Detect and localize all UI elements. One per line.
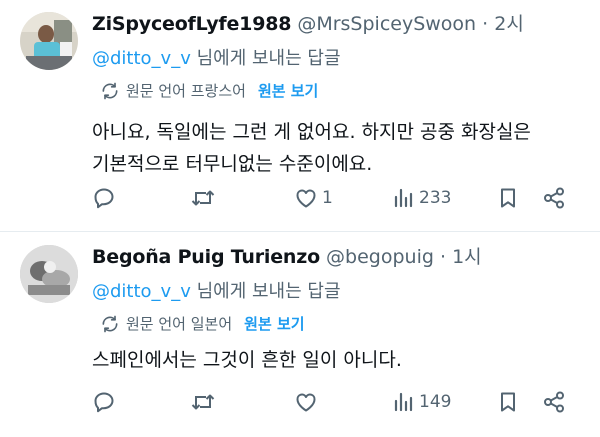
tweet[interactable]: ZiSpyceofLyfe1988 @MrsSpiceySwoon · 2시 @… [0,0,600,232]
tweet-divider [0,231,600,232]
view-count: 233 [419,188,452,208]
views-icon [393,390,415,414]
reply-context: @ditto_v_v 님에게 보내는 답글 [92,279,341,305]
translation-bar: 원문 언어 일본어 원본 보기 [100,313,305,335]
retweet-icon [190,390,216,414]
views-icon [393,186,415,210]
show-original-link[interactable]: 원본 보기 [258,80,318,102]
reply-button[interactable] [92,390,120,414]
author-name[interactable]: ZiSpyceofLyfe1988 [92,13,291,35]
bookmark-button[interactable] [496,390,520,414]
like-count: 1 [322,188,333,208]
retweet-button[interactable] [190,390,220,414]
view-count: 149 [419,392,452,412]
reply-mention-link[interactable]: @ditto_v_v [92,48,191,69]
translation-note: 원문 언어 일본어 [126,315,233,333]
bookmark-icon [496,186,520,210]
tweet-text-line: 스페인에서는 그것이 흔한 일이 아니다. [92,349,402,371]
reply-context-text: 님에게 보내는 답글 [190,48,341,69]
separator-dot: · [482,13,489,35]
action-bar: 1 233 [92,186,582,218]
avatar[interactable] [20,245,78,303]
views-button[interactable]: 149 [393,390,451,414]
reply-mention-link[interactable]: @ditto_v_v [92,281,191,302]
translation-note: 원문 언어 프랑스어 [126,82,246,100]
timestamp[interactable]: 2시 [494,13,524,35]
share-button[interactable] [542,186,566,210]
reply-context: @ditto_v_v 님에게 보내는 답글 [92,46,341,72]
separator-dot: · [439,246,447,268]
author-handle[interactable]: @begopuig [326,246,434,268]
reply-context-text: 님에게 보내는 답글 [190,281,341,302]
tweet-header: ZiSpyceofLyfe1988 @MrsSpiceySwoon · 2시 [92,10,524,38]
translation-bar: 원문 언어 프랑스어 원본 보기 [100,80,318,102]
views-button[interactable]: 233 [393,186,451,210]
retweet-icon [190,186,216,210]
like-button[interactable] [294,390,322,414]
heart-icon [294,186,318,210]
show-original-link[interactable]: 원본 보기 [244,313,304,335]
retweet-button[interactable] [190,186,220,210]
author-handle[interactable]: @MrsSpiceySwoon [297,13,476,35]
share-icon [542,390,566,414]
bookmark-button[interactable] [496,186,520,210]
avatar-image [20,12,78,70]
like-button[interactable]: 1 [294,186,333,210]
share-button[interactable] [542,390,566,414]
reply-icon [92,186,116,210]
tweet-body: 스페인에서는 그것이 흔한 일이 아니다. [92,344,582,376]
author-name[interactable]: Begoña Puig Turienzo [92,246,320,268]
timestamp[interactable]: 1시 [452,246,482,268]
translate-icon [100,81,120,101]
avatar-image [20,245,78,303]
reply-button[interactable] [92,186,120,210]
share-icon [542,186,566,210]
bookmark-icon [496,390,520,414]
heart-icon [294,390,318,414]
tweet-header: Begoña Puig Turienzo @begopuig · 1시 [92,243,482,271]
tweet[interactable]: Begoña Puig Turienzo @begopuig · 1시 @dit… [0,233,600,437]
reply-icon [92,390,116,414]
tweet-body: 아니요, 독일에는 그런 게 없어요. 하지만 공중 화장실은 기본적으로 터무… [92,116,582,180]
tweet-text-line: 아니요, 독일에는 그런 게 없어요. 하지만 공중 화장실은 [92,121,531,143]
action-bar: 149 [92,390,582,422]
tweet-text-line: 기본적으로 터무니없는 수준이에요. [92,153,373,175]
translate-icon [100,314,120,334]
avatar[interactable] [20,12,78,70]
